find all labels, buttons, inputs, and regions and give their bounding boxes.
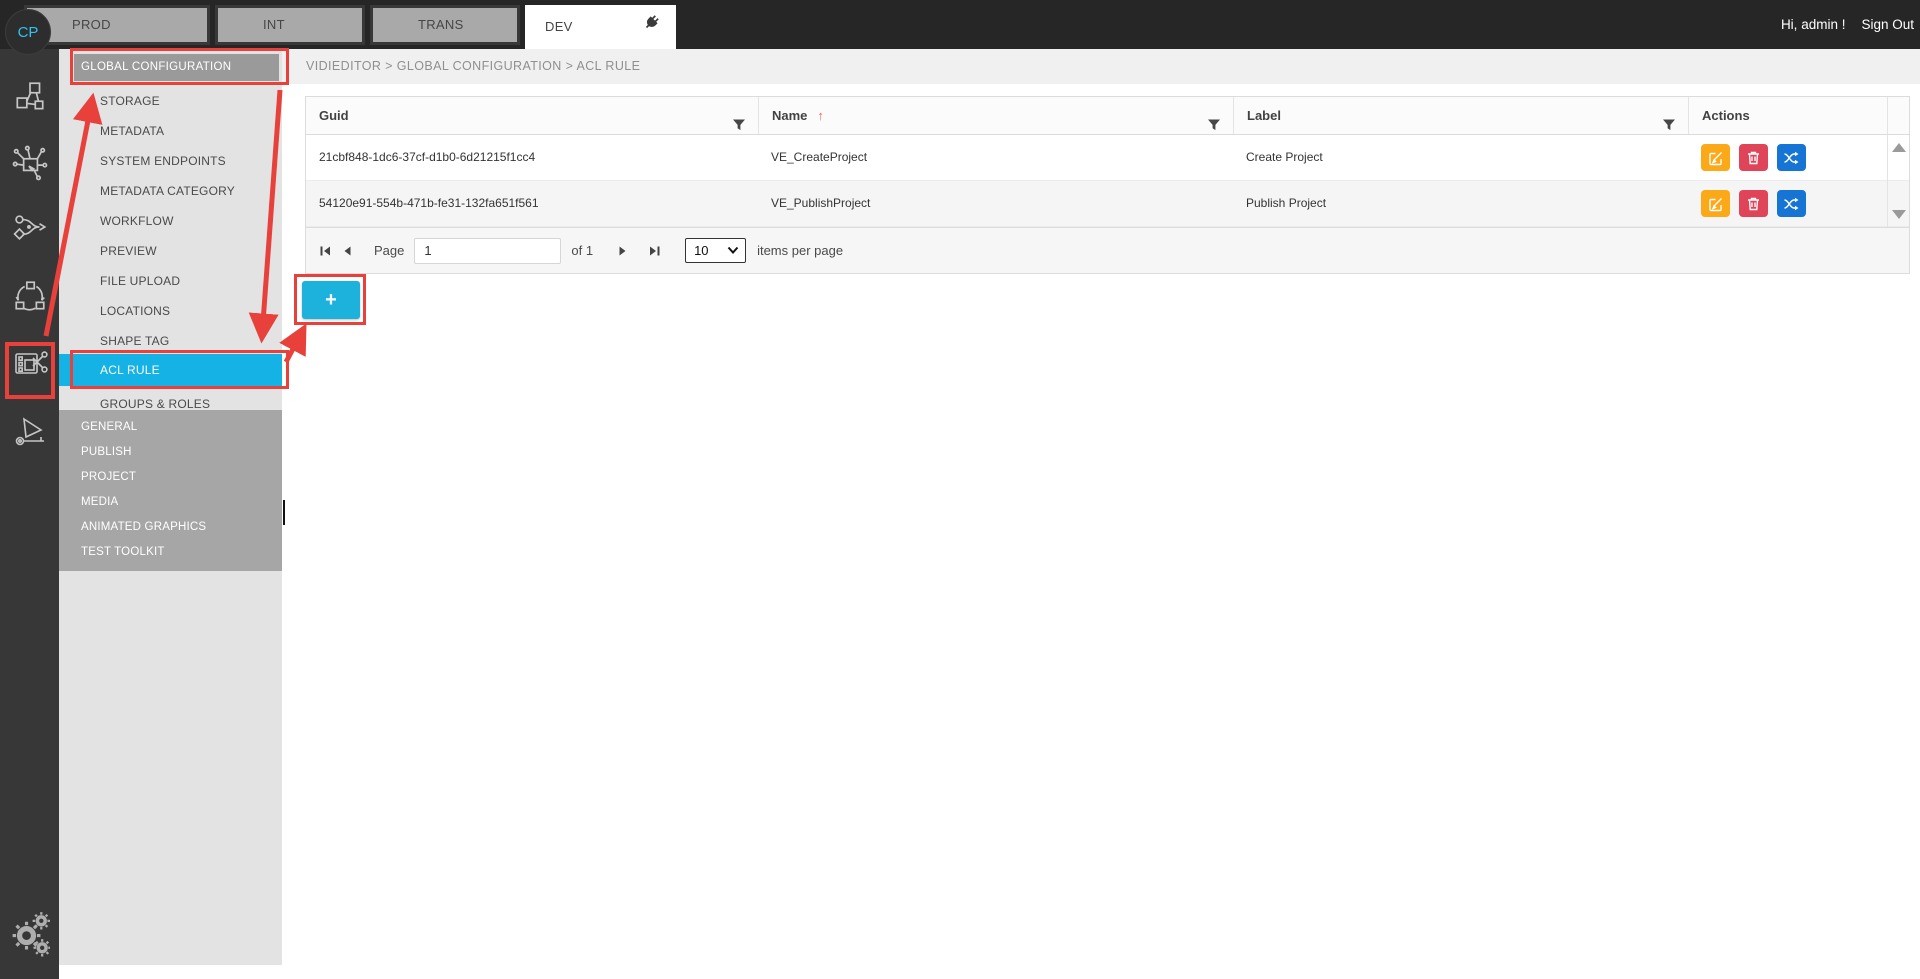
last-page-button[interactable]	[643, 240, 665, 262]
delete-button[interactable]	[1739, 190, 1768, 217]
page-size-value: 10	[694, 243, 708, 258]
table-row[interactable]: 21cbf848-1dc6-37cf-d1b0-6d21215f1cc4 VE_…	[306, 135, 1909, 181]
plug-icon	[643, 7, 662, 47]
menu-item-file-upload[interactable]: FILE UPLOAD	[59, 266, 282, 296]
cell-name: VE_CreateProject	[758, 135, 1233, 180]
menu-secondary-section: GENERAL PUBLISH PROJECT MEDIA ANIMATED G…	[59, 410, 282, 571]
tab-dev[interactable]: DEV	[525, 5, 676, 49]
scroll-down-icon[interactable]	[1892, 210, 1906, 219]
tab-trans[interactable]: TRANS	[370, 5, 520, 45]
transcode-cycle-icon[interactable]	[10, 275, 50, 317]
edit-button[interactable]	[1701, 190, 1730, 217]
menu-item-general[interactable]: GENERAL	[59, 415, 282, 440]
shuffle-button[interactable]	[1777, 190, 1806, 217]
cell-actions	[1688, 181, 1887, 226]
sign-out-link[interactable]: Sign Out	[1861, 17, 1914, 32]
workflow-icon[interactable]	[10, 207, 50, 249]
cell-name: VE_PublishProject	[758, 181, 1233, 226]
menu-item-workflow[interactable]: WORKFLOW	[59, 206, 282, 236]
next-page-button[interactable]	[611, 240, 633, 262]
cell-guid: 21cbf848-1dc6-37cf-d1b0-6d21215f1cc4	[306, 135, 758, 180]
column-header-guid-label: Guid	[319, 108, 349, 123]
tab-int[interactable]: INT	[215, 5, 365, 45]
table-header-row: Guid Name ↑ Label	[306, 97, 1909, 135]
avatar-initials: CP	[18, 24, 39, 41]
add-acl-rule-button[interactable]: +	[302, 281, 360, 319]
sort-ascending-icon: ↑	[817, 108, 824, 123]
scroll-up-icon[interactable]	[1892, 143, 1906, 152]
main-content: VIDIEDITOR > GLOBAL CONFIGURATION > ACL …	[282, 49, 1920, 979]
column-header-label[interactable]: Label	[1233, 97, 1688, 134]
cell-actions	[1688, 135, 1887, 180]
table-body: 21cbf848-1dc6-37cf-d1b0-6d21215f1cc4 VE_…	[306, 135, 1909, 227]
settings-gears-icon[interactable]	[10, 912, 50, 954]
column-header-actions: Actions	[1688, 97, 1887, 134]
items-per-page-label: items per page	[757, 243, 843, 258]
menu-item-media[interactable]: MEDIA	[59, 490, 282, 515]
page-label: Page	[374, 243, 404, 258]
menu-item-shape-tag[interactable]: SHAPE TAG	[59, 326, 282, 356]
table-scrollbar[interactable]	[1887, 135, 1909, 227]
tab-dev-label: DEV	[545, 7, 573, 47]
media-player-icon[interactable]	[10, 411, 50, 453]
column-header-name[interactable]: Name ↑	[758, 97, 1233, 134]
menu-item-metadata[interactable]: METADATA	[59, 116, 282, 146]
chevron-down-icon	[727, 243, 739, 258]
text-cursor-artifact	[283, 500, 285, 525]
system-network-icon[interactable]	[10, 142, 50, 184]
menu-item-storage[interactable]: STORAGE	[59, 86, 282, 116]
edit-button[interactable]	[1701, 144, 1730, 171]
cell-label: Create Project	[1233, 135, 1688, 180]
menu-item-metadata-category[interactable]: METADATA CATEGORY	[59, 176, 282, 206]
menu-item-test-toolkit[interactable]: TEST TOOLKIT	[59, 540, 282, 565]
acl-rules-table: Guid Name ↑ Label	[305, 96, 1910, 274]
top-bar: PROD INT TRANS DEV Hi, admin ! Sign Out	[0, 0, 1920, 49]
pagination-bar: Page of 1 10 items per page	[306, 227, 1909, 273]
shuffle-button[interactable]	[1777, 144, 1806, 171]
menu-item-system-endpoints[interactable]: SYSTEM ENDPOINTS	[59, 146, 282, 176]
user-greeting: Hi, admin !	[1781, 17, 1846, 32]
table-row[interactable]: 54120e91-554b-471b-fe31-132fa651f561 VE_…	[306, 181, 1909, 227]
of-label: of 1	[571, 243, 593, 258]
menu-item-publish[interactable]: PUBLISH	[59, 440, 282, 465]
menu-item-project[interactable]: PROJECT	[59, 465, 282, 490]
icon-sidebar	[0, 49, 59, 979]
previous-page-button[interactable]	[336, 240, 358, 262]
column-header-actions-label: Actions	[1702, 108, 1750, 123]
breadcrumb: VIDIEDITOR > GLOBAL CONFIGURATION > ACL …	[306, 49, 1920, 84]
video-editor-icon[interactable]	[10, 343, 50, 385]
page-size-select[interactable]: 10	[685, 238, 746, 263]
cell-label: Publish Project	[1233, 181, 1688, 226]
first-page-button[interactable]	[314, 240, 336, 262]
config-menu-panel: GLOBAL CONFIGURATION STORAGE METADATA SY…	[59, 49, 282, 965]
breadcrumb-bar: VIDIEDITOR > GLOBAL CONFIGURATION > ACL …	[282, 49, 1920, 84]
cell-guid: 54120e91-554b-471b-fe31-132fa651f561	[306, 181, 758, 226]
column-header-label-label: Label	[1247, 108, 1281, 123]
column-header-name-label: Name	[772, 108, 807, 123]
page-number-input[interactable]	[414, 238, 561, 264]
column-header-spacer	[1887, 97, 1909, 134]
tab-prod[interactable]: PROD	[24, 5, 210, 45]
menu-header-global-configuration[interactable]: GLOBAL CONFIGURATION	[74, 54, 279, 81]
menu-item-acl-rule[interactable]: ACL RULE	[59, 354, 282, 386]
avatar[interactable]: CP	[5, 9, 51, 55]
menu-item-preview[interactable]: PREVIEW	[59, 236, 282, 266]
column-header-guid[interactable]: Guid	[306, 97, 758, 134]
menu-item-animated-graphics[interactable]: ANIMATED GRAPHICS	[59, 515, 282, 540]
menu-item-locations[interactable]: LOCATIONS	[59, 296, 282, 326]
delete-button[interactable]	[1739, 144, 1768, 171]
media-assets-icon[interactable]	[10, 76, 50, 118]
app-page: PROD INT TRANS DEV Hi, admin ! Sign Out	[0, 0, 1920, 979]
